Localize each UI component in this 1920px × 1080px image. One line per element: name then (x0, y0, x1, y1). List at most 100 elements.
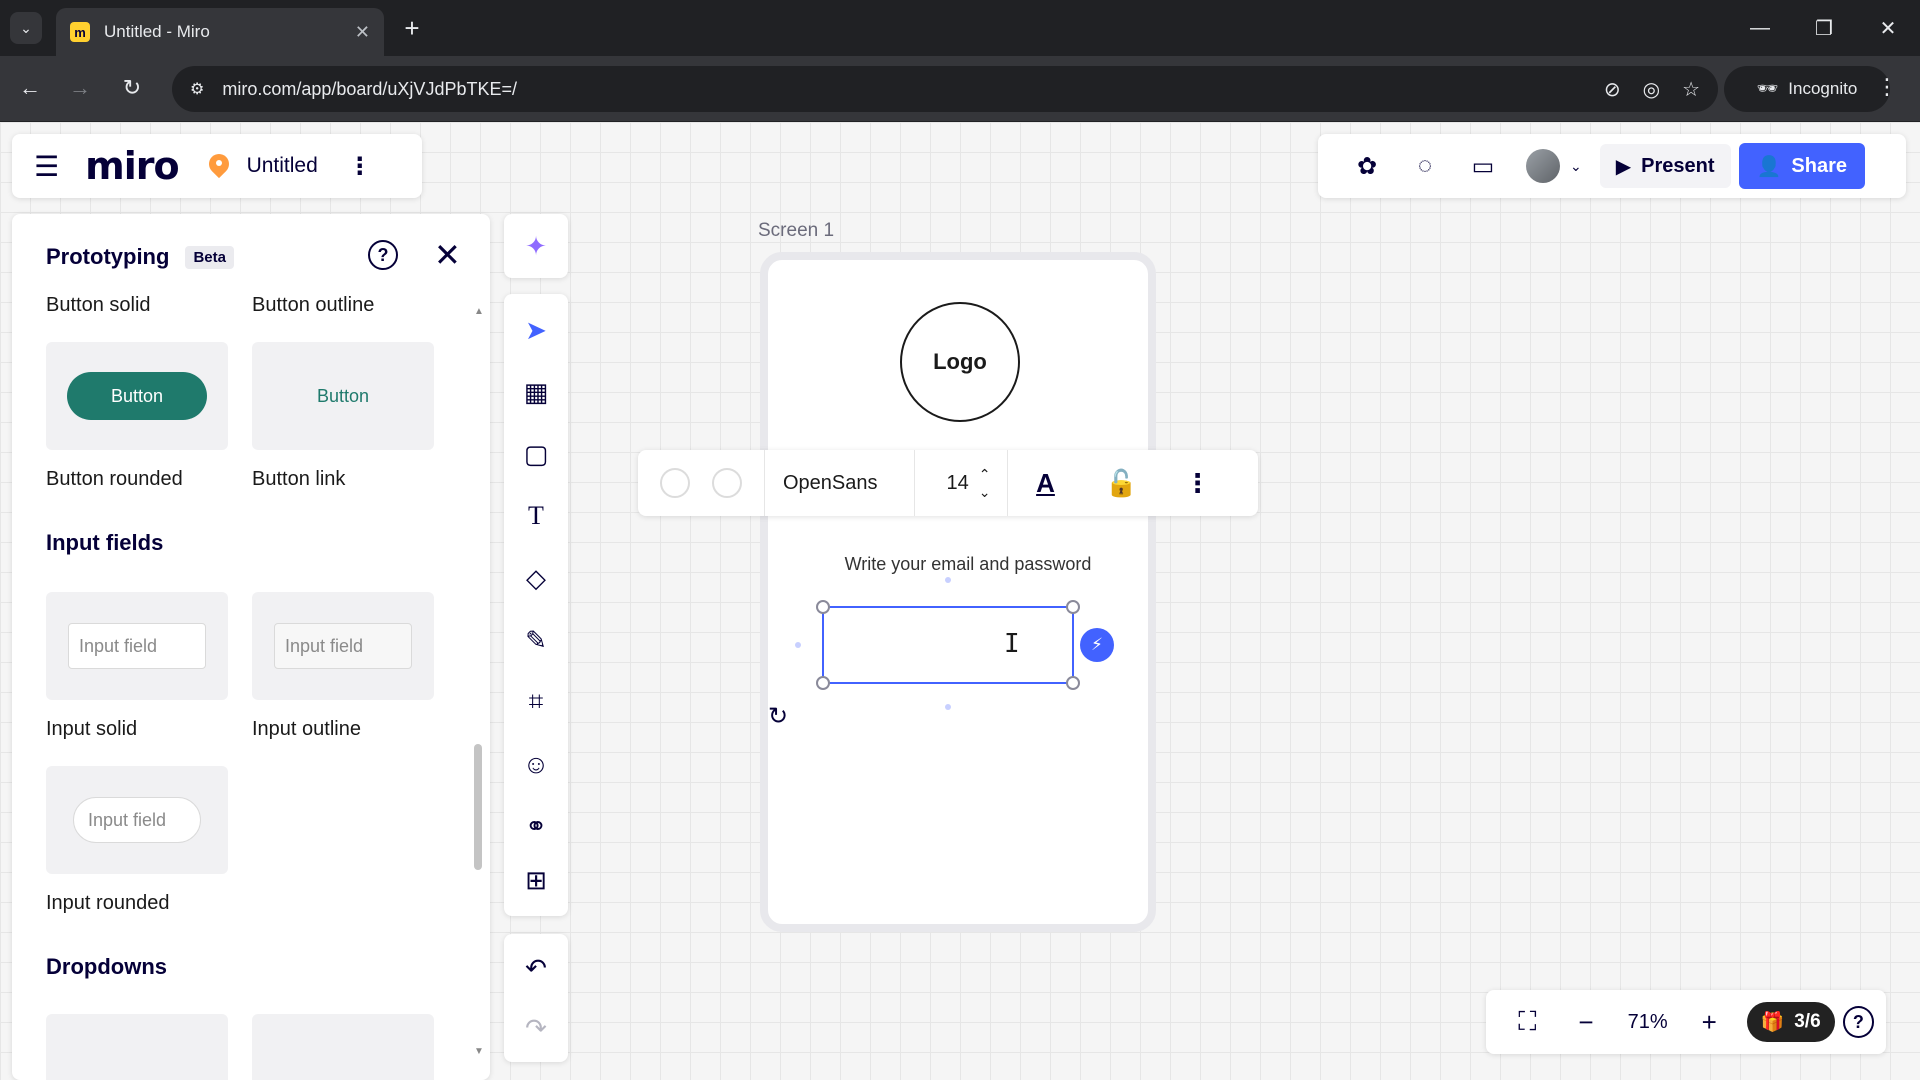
text-tool-icon[interactable]: T (512, 492, 560, 540)
main-menu-icon[interactable]: ☰ (34, 150, 59, 183)
browser-nav-bar: ← → ↻ ⚙ miro.com/app/board/uXjVJdPbTKE=/… (0, 56, 1920, 122)
new-tab-icon[interactable]: + (396, 12, 428, 44)
bookmark-star-icon[interactable]: ☆ (1682, 77, 1700, 102)
frame-label[interactable]: Screen 1 (758, 220, 834, 242)
resize-handle[interactable] (816, 600, 830, 614)
fit-to-screen-icon[interactable]: ⛶ (1498, 1006, 1557, 1038)
input-solid-component[interactable]: Input field (46, 592, 228, 700)
panel-header: Prototyping Beta (46, 244, 234, 270)
minimize-icon[interactable]: — (1740, 10, 1780, 46)
button-rounded-component[interactable]: Button (46, 342, 228, 450)
board-location-pin-icon (209, 154, 229, 178)
present-button[interactable]: ▶ Present (1599, 144, 1731, 188)
sample-input-solid: Input field (68, 623, 206, 669)
incognito-badge[interactable]: 🕶 Incognito (1724, 66, 1890, 112)
font-family-select[interactable]: OpenSans (765, 472, 914, 495)
video-call-icon[interactable]: ▭ (1454, 152, 1512, 181)
templates-icon[interactable]: ▦ (512, 368, 560, 416)
address-bar[interactable]: ⚙ miro.com/app/board/uXjVJdPbTKE=/ ⊘ ◎ ☆ (172, 66, 1718, 112)
reload-icon[interactable]: ↻ (114, 70, 150, 106)
diagram-icon[interactable]: ⚭ (512, 802, 560, 850)
browser-menu-icon[interactable]: ⋮ (1876, 74, 1898, 100)
forward-icon[interactable]: → (62, 70, 98, 106)
stickers-icon[interactable]: ☺ (512, 740, 560, 788)
connector-dot[interactable] (945, 577, 951, 583)
text-cursor-icon: I (1004, 629, 1020, 659)
font-size-stepper[interactable]: ⌃ ⌄ (979, 465, 1007, 501)
scroll-up-icon[interactable]: ▲ (474, 306, 484, 317)
chevron-up-icon[interactable]: ⌃ (979, 465, 991, 483)
url-text[interactable]: miro.com/app/board/uXjVJdPbTKE=/ (222, 79, 1582, 100)
dropdown-component-1[interactable] (46, 1014, 228, 1080)
zoom-level[interactable]: 71% (1615, 1011, 1680, 1034)
fill-color-swatch[interactable] (660, 468, 690, 498)
back-icon[interactable]: ← (12, 70, 48, 106)
eye-off-icon[interactable]: ◎ (1643, 77, 1660, 102)
help-icon[interactable]: ? (1842, 1006, 1875, 1038)
zoom-out-icon[interactable]: − (1557, 1007, 1616, 1038)
sticky-note-icon[interactable]: ▢ (512, 430, 560, 478)
zoom-in-icon[interactable]: + (1680, 1007, 1739, 1038)
close-window-icon[interactable]: ✕ (1868, 10, 1908, 46)
beta-badge: Beta (185, 245, 234, 269)
connector-dot[interactable] (795, 642, 801, 648)
share-people-icon: 👤 (1756, 155, 1782, 178)
font-size-input[interactable]: 14 (915, 472, 979, 495)
button-link-label: Button link (252, 468, 346, 490)
chevron-down-icon[interactable]: ⌄ (1570, 158, 1582, 175)
logo-placeholder[interactable]: Logo (900, 302, 1020, 422)
checklist-progress: 3/6 (1794, 1011, 1821, 1032)
select-cursor-icon[interactable]: ➤ (512, 306, 560, 354)
button-solid-label: Button solid (46, 294, 151, 316)
ai-sparkle-icon[interactable]: ✦ (512, 222, 560, 270)
board-canvas[interactable]: ☰ miro Untitled ⋮ ✿ ◌ ▭ ⌄ ▶ Present 👤 Sh… (0, 122, 1920, 1080)
interaction-bolt-icon[interactable]: ⚡ (1080, 628, 1114, 662)
miro-logo[interactable]: miro (85, 144, 179, 188)
tab-list-icon[interactable]: ⌄ (10, 12, 42, 44)
more-apps-icon[interactable]: ⊞ (512, 856, 560, 904)
button-link-component[interactable]: Button (252, 342, 434, 450)
chevron-down-icon[interactable]: ⌄ (979, 483, 991, 501)
restore-icon[interactable]: ❐ (1804, 10, 1844, 46)
comments-icon[interactable]: ◌ (1396, 152, 1454, 180)
input-fields-heading: Input fields (46, 530, 164, 555)
resize-handle[interactable] (1066, 600, 1080, 614)
selected-input-field[interactable] (822, 606, 1074, 684)
site-info-icon[interactable]: ⚙ (190, 79, 204, 99)
undo-redo-toolbar: ↶ ↷ (504, 934, 568, 1062)
frame-icon[interactable]: ⌗ (512, 678, 560, 726)
prompt-text[interactable]: Write your email and password (800, 554, 1136, 575)
browser-tab[interactable]: m Untitled - Miro ✕ (56, 8, 384, 56)
share-label: Share (1791, 154, 1847, 177)
help-icon[interactable]: ? (368, 240, 398, 270)
input-rounded-component[interactable]: Input field (46, 766, 228, 874)
input-outline-component[interactable]: Input field (252, 592, 434, 700)
rotate-icon[interactable]: ↻ (768, 702, 788, 731)
pen-icon[interactable]: ✎ (512, 616, 560, 664)
close-icon[interactable]: ✕ (434, 236, 461, 274)
close-tab-icon[interactable]: ✕ (355, 22, 370, 43)
third-party-cookies-icon[interactable]: ⊘ (1604, 77, 1621, 102)
shapes-icon[interactable]: ◇ (512, 554, 560, 602)
more-options-icon[interactable]: ⋮ (1160, 468, 1236, 499)
reactions-icon[interactable]: ✿ (1338, 152, 1396, 181)
button-outline-label: Button outline (252, 294, 375, 316)
board-name[interactable]: Untitled (247, 154, 318, 178)
learning-checklist-button[interactable]: 🎁 3/6 (1746, 1002, 1835, 1042)
resize-handle[interactable] (1066, 676, 1080, 690)
text-color-icon[interactable]: A (1008, 468, 1084, 499)
connector-dot[interactable] (945, 704, 951, 710)
scroll-down-icon[interactable]: ▼ (474, 1046, 484, 1057)
resize-handle[interactable] (816, 676, 830, 690)
undo-icon[interactable]: ↶ (512, 944, 560, 992)
share-button[interactable]: 👤 Share (1738, 143, 1865, 189)
present-label: Present (1641, 154, 1715, 177)
avatar[interactable] (1526, 149, 1560, 183)
border-color-swatch[interactable] (712, 468, 742, 498)
redo-icon[interactable]: ↷ (512, 1004, 560, 1052)
lock-icon[interactable]: 🔓 (1084, 468, 1160, 499)
scrollbar-thumb[interactable] (474, 744, 482, 870)
dropdown-component-2[interactable] (252, 1014, 434, 1080)
miro-favicon-icon: m (70, 22, 90, 42)
board-more-icon[interactable]: ⋮ (348, 152, 372, 181)
